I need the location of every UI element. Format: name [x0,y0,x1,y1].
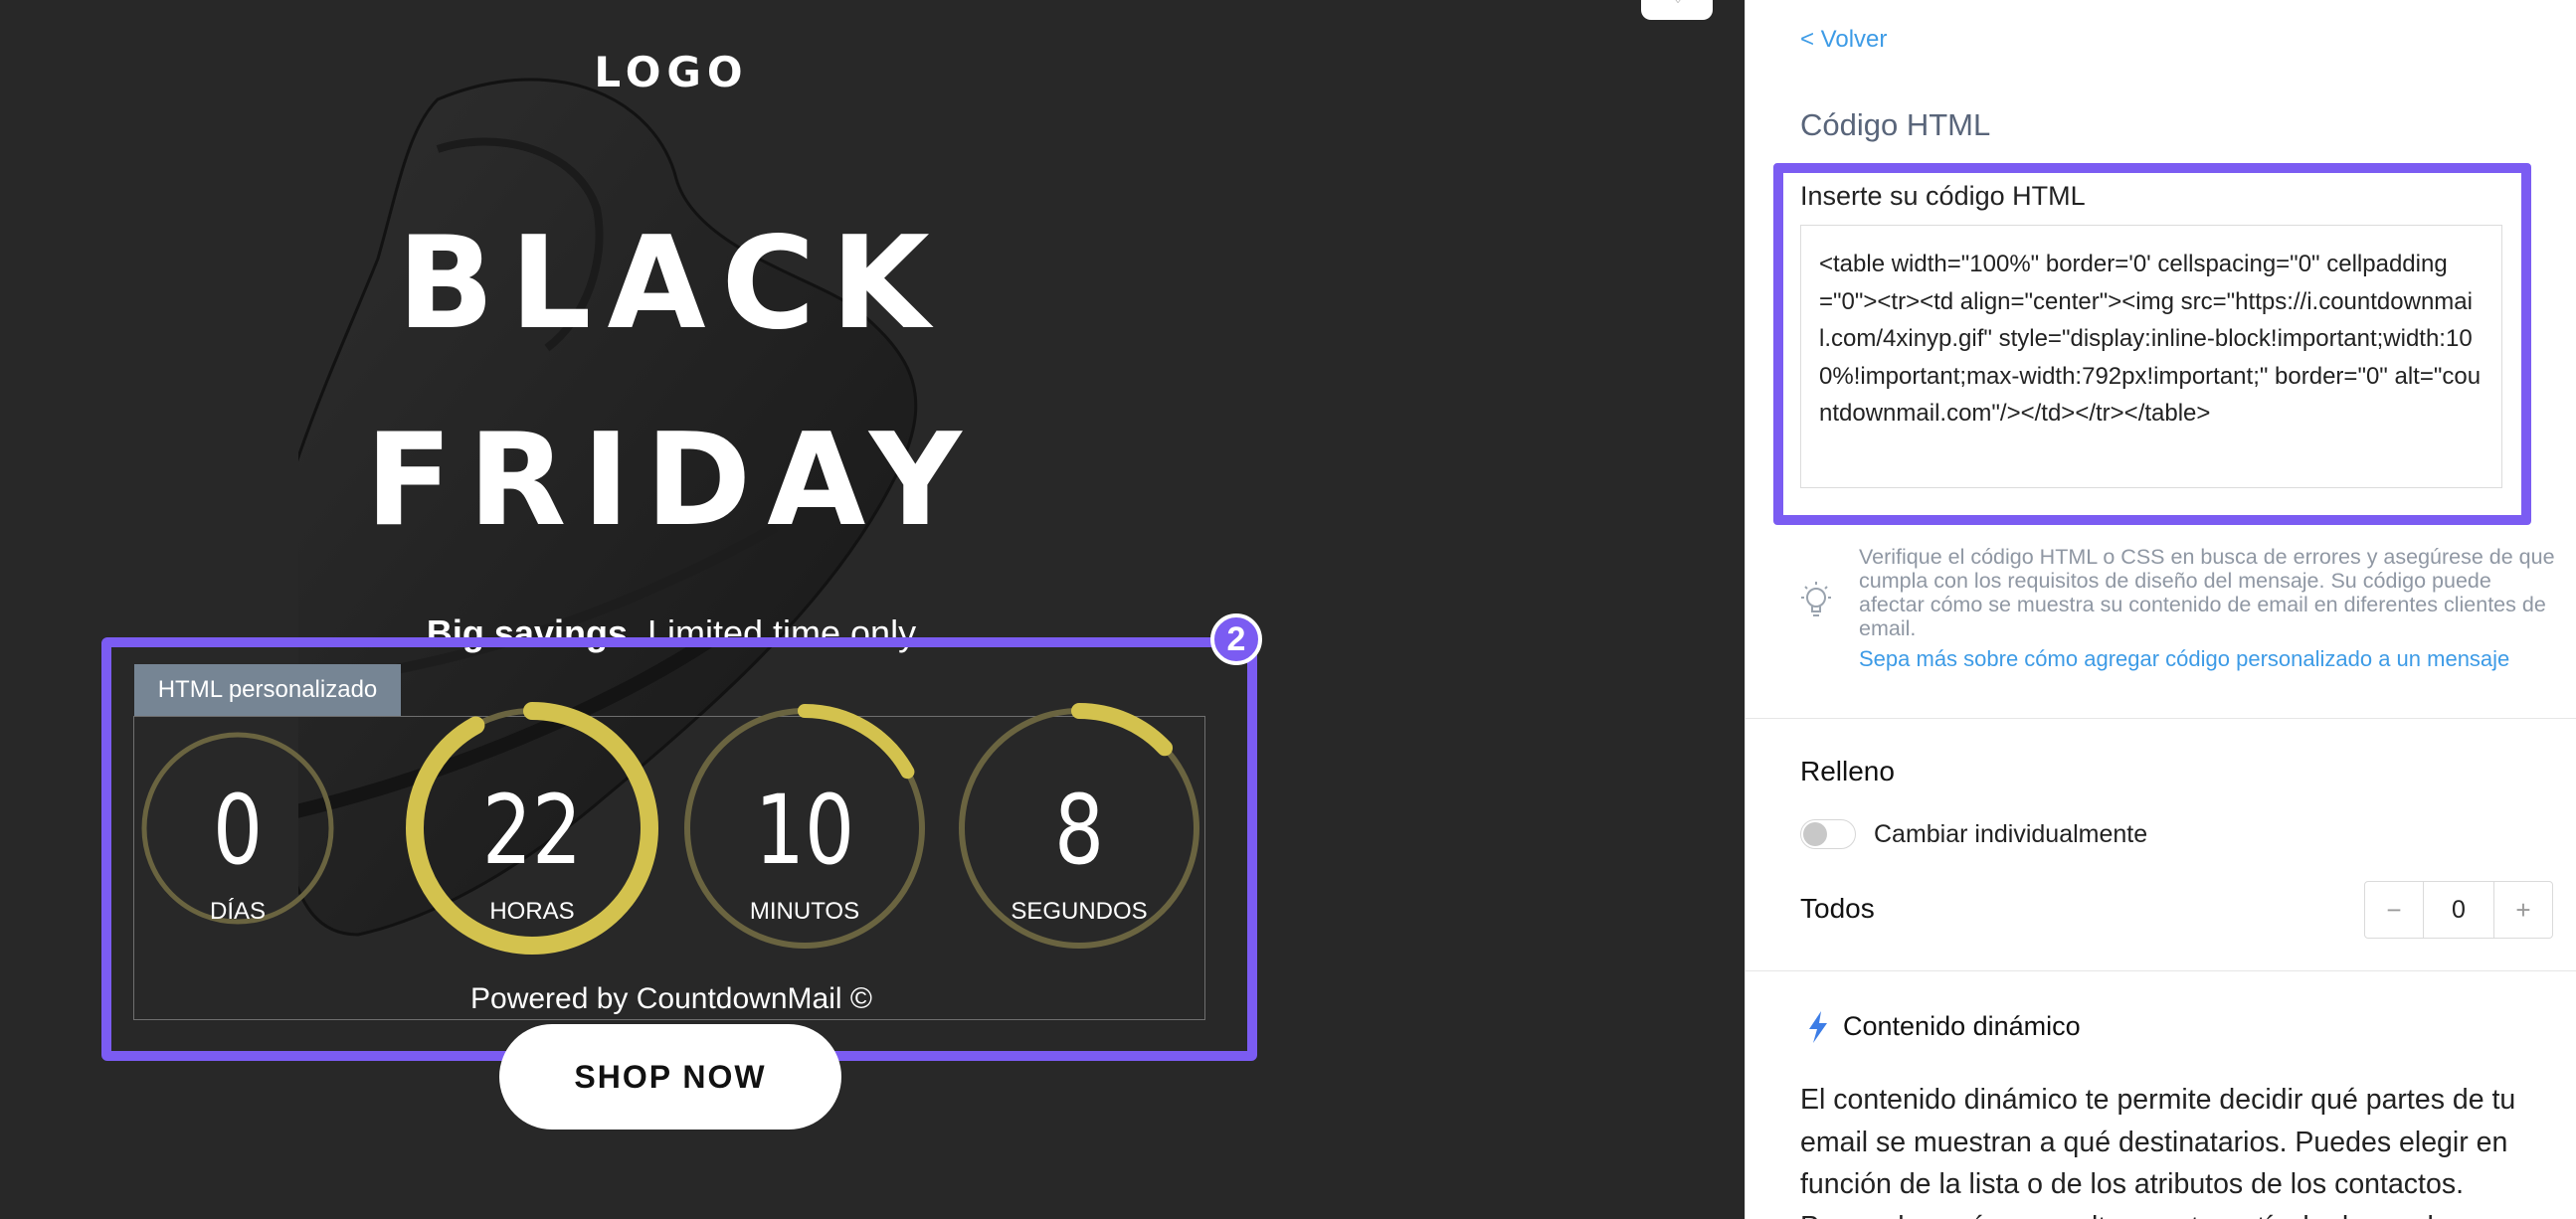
padding-section-title: Relleno [1800,756,1895,786]
email-canvas[interactable]: ♡ LOGO BLACK FRIDAY Big savings. Limited… [0,0,1745,1219]
panel-section-title: Código HTML [1800,107,1991,142]
padding-stepper: − 0 + [2364,881,2553,939]
headline-line-2: FRIDAY [365,407,978,555]
individual-padding-toggle[interactable] [1800,819,1856,849]
powered-by-text: Powered by CountdownMail © [470,982,872,1015]
divider [1746,970,2576,971]
favorite-button[interactable]: ♡ [1641,0,1713,20]
lightning-icon [1809,1011,1827,1043]
email-logo: LOGO [594,48,749,96]
countdown-hours-label: HORAS [489,898,575,925]
countdown-minutes-value: 10 [754,775,855,886]
html-code-label: Inserte su código HTML [1800,181,2086,211]
toggle-knob [1803,822,1827,846]
divider [1746,718,2576,719]
decrement-button[interactable]: − [2365,882,2423,938]
countdown-unit-hours: 22 HORAS [406,702,658,955]
back-link[interactable]: < Volver [1800,26,1887,54]
countdown-unit-minutes: 10 MINUTOS [680,704,929,953]
heart-icon: ♡ [1669,0,1687,8]
dynamic-content-description: El contenido dinámico te permite decidir… [1800,1084,2516,1219]
countdown-timer-block[interactable]: 0 DÍAS 22 HORAS 10 MINUTOS 8 SEGUNDOS [133,702,1205,1020]
block-type-tag: HTML personalizado [134,664,401,716]
lightbulb-icon [1801,582,1831,616]
countdown-unit-seconds: 8 SEGUNDOS [954,703,1204,954]
all-padding-label: Todos [1800,893,1875,924]
countdown-days-label: DÍAS [209,898,266,925]
countdown-unit-days: 0 DÍAS [141,725,334,949]
shop-now-button[interactable]: SHOP NOW [499,1024,841,1130]
countdown-hours-value: 22 [481,775,583,886]
individual-padding-label: Cambiar individualmente [1874,820,2148,848]
countdown-seconds-value: 8 [1053,775,1105,886]
annotation-badge-2: 2 [1210,613,1262,665]
settings-panel: < Volver Código HTML Inserte su código H… [1745,0,2576,1219]
countdown-seconds-label: SEGUNDOS [1011,898,1148,925]
html-tip-text: Verifique el código HTML o CSS en busca … [1859,545,2555,640]
countdown-days-value: 0 [212,775,264,886]
headline-line-1: BLACK [397,210,946,358]
html-code-textarea[interactable]: <table width="100%" border='0' cellspaci… [1800,225,2502,488]
annotation-badge-1: 1 [1746,139,1749,191]
custom-code-help-link[interactable]: Sepa más sobre cómo agregar código perso… [1859,646,2509,672]
countdown-minutes-label: MINUTOS [749,898,860,925]
dynamic-content-title: Contenido dinámico [1843,1011,2081,1041]
increment-button[interactable]: + [2494,882,2552,938]
padding-value-input[interactable]: 0 [2423,882,2494,938]
